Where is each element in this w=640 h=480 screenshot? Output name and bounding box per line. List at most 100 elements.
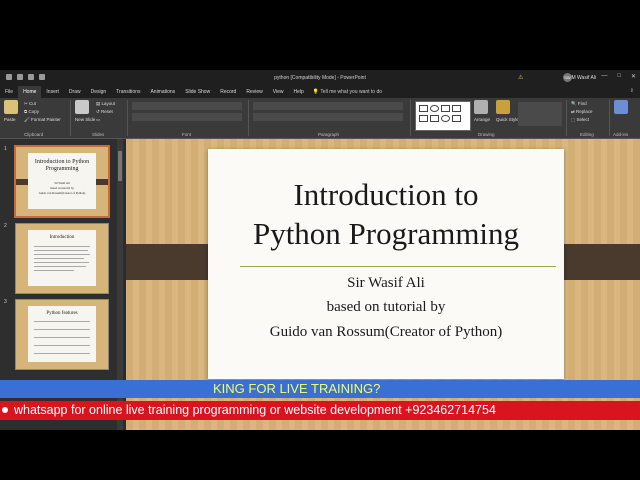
- find-icon: 🔍: [571, 101, 578, 106]
- tab-animations[interactable]: Animations: [145, 86, 180, 98]
- replace-button[interactable]: ⇄ Replace: [571, 108, 593, 116]
- thumb-sub2: based on tutorial by: [50, 186, 74, 190]
- font-group-label: Font: [182, 132, 192, 137]
- addins-icon[interactable]: [614, 100, 628, 114]
- shapes-gallery[interactable]: [415, 101, 471, 131]
- quick-styles-icon[interactable]: [496, 100, 510, 114]
- cut-button[interactable]: ✂ Cut: [24, 100, 61, 108]
- tab-review[interactable]: Review: [241, 86, 267, 98]
- thumb-table-rule: [34, 337, 90, 338]
- thumbnail-number: 3: [4, 299, 7, 305]
- tab-file[interactable]: File: [0, 86, 18, 98]
- paragraph-list-row[interactable]: [253, 102, 403, 110]
- addins-group-label: Add-ins: [613, 132, 629, 137]
- thumb-text-line: [34, 258, 84, 259]
- tab-transitions[interactable]: Transitions: [111, 86, 145, 98]
- slide-based-on[interactable]: based on tutorial by: [208, 299, 564, 316]
- scrollbar-thumb[interactable]: [118, 151, 122, 181]
- tab-insert[interactable]: Insert: [41, 86, 64, 98]
- thumb-sub1: Sir Wasif Ali: [54, 181, 70, 185]
- minimize-icon[interactable]: —: [601, 73, 607, 80]
- tab-help[interactable]: Help: [288, 86, 308, 98]
- maximize-icon[interactable]: □: [617, 73, 621, 80]
- slide-paper: Introduction to Python Programming Sir W…: [208, 149, 564, 379]
- tab-design[interactable]: Design: [86, 86, 112, 98]
- warning-icon[interactable]: ⚠: [518, 74, 523, 81]
- title-bar: python [Compatibility Mode] - PowerPoint…: [0, 70, 640, 86]
- tab-view[interactable]: View: [268, 86, 289, 98]
- layout-button[interactable]: ▤ Layout: [96, 100, 115, 108]
- select-label: Select: [576, 117, 590, 122]
- bullet-icon: [2, 407, 8, 413]
- share-icon[interactable]: ⇪: [630, 88, 634, 94]
- thumb-paper: Python features: [28, 306, 96, 362]
- thumb-table-rule: [34, 321, 90, 322]
- star-shape-icon[interactable]: [452, 115, 461, 122]
- arrange-button[interactable]: Arrange: [474, 116, 490, 124]
- arrow-shape-icon[interactable]: [452, 105, 461, 112]
- format-painter-button[interactable]: 🖌 Format Painter: [24, 116, 61, 124]
- tab-draw[interactable]: Draw: [64, 86, 86, 98]
- find-button[interactable]: 🔍 Find: [571, 100, 593, 108]
- window-controls: — □ ✕: [601, 73, 636, 80]
- textbox-shape-icon[interactable]: [441, 105, 450, 112]
- new-slide-button[interactable]: New Slide: [75, 116, 95, 124]
- section-button[interactable]: ▭: [96, 116, 115, 124]
- cut-label: Cut: [29, 101, 37, 106]
- thumb-title: Introduction: [49, 235, 75, 240]
- font-format-row[interactable]: [132, 113, 242, 121]
- slide-presenter[interactable]: Sir Wasif Ali: [208, 275, 564, 292]
- slide-title-line2: Python Programming: [252, 216, 520, 251]
- avatar[interactable]: SW: [563, 73, 572, 82]
- thumb-text-line: [34, 246, 90, 247]
- slide-thumbnail-1[interactable]: Introduction to Python Programming Sir W…: [14, 145, 110, 218]
- slide-title-line1: Introduction to: [293, 177, 479, 212]
- circle-shape-icon[interactable]: [441, 115, 450, 122]
- group-divider: [609, 100, 610, 136]
- tab-slide-show[interactable]: Slide Show: [180, 86, 215, 98]
- group-divider: [70, 100, 71, 136]
- thumb-paper: Introduction to Python Programming Sir W…: [28, 153, 96, 209]
- reset-label: Reset: [101, 109, 113, 114]
- find-label: Find: [577, 101, 587, 106]
- new-slide-icon[interactable]: [75, 100, 89, 114]
- editing-group-label: Editing: [580, 132, 594, 137]
- arrange-icon[interactable]: [474, 100, 488, 114]
- line-shape-icon[interactable]: [419, 115, 428, 122]
- slide-thumbnail-3[interactable]: Python features: [15, 299, 109, 370]
- thumb-text-line: [34, 266, 86, 267]
- tab-home[interactable]: Home: [18, 86, 42, 98]
- select-button[interactable]: ⬚ Select: [571, 116, 593, 124]
- reset-button[interactable]: ↺ Reset: [96, 108, 115, 116]
- close-icon[interactable]: ✕: [631, 73, 636, 80]
- paste-icon[interactable]: [4, 100, 18, 114]
- thumb-paper: Introduction: [28, 230, 96, 286]
- font-name-box[interactable]: [132, 102, 242, 110]
- tell-me-search[interactable]: 💡 Tell me what you want to do: [313, 86, 382, 98]
- drawing-group-label: Drawing: [478, 132, 495, 137]
- slide-creator[interactable]: Guido van Rossum(Creator of Python): [208, 324, 564, 341]
- copy-button[interactable]: ⧉ Copy: [24, 108, 61, 116]
- oval-shape-icon[interactable]: [430, 105, 439, 112]
- slide-thumbnail-2[interactable]: Introduction: [15, 223, 109, 294]
- overlay-banner-top: KING FOR LIVE TRAINING?: [0, 380, 640, 398]
- clipboard-group: Paste: [4, 100, 18, 124]
- thumb-table-rule: [34, 345, 90, 346]
- tell-me-label: Tell me what you want to do: [320, 89, 383, 95]
- triangle-shape-icon[interactable]: [430, 115, 439, 122]
- powerpoint-window: python [Compatibility Mode] - PowerPoint…: [0, 70, 640, 430]
- ribbon-home: Paste ✂ Cut ⧉ Copy 🖌 Format Painter Clip…: [0, 98, 640, 139]
- layout-label: Layout: [101, 101, 116, 106]
- section-icon: ▭: [96, 117, 101, 122]
- paragraph-align-row[interactable]: [253, 113, 403, 121]
- editing-group: 🔍 Find ⇄ Replace ⬚ Select: [571, 100, 593, 124]
- group-divider: [127, 100, 128, 136]
- tab-record[interactable]: Record: [215, 86, 241, 98]
- slide-title[interactable]: Introduction to Python Programming: [208, 175, 564, 253]
- shape-format-options[interactable]: [518, 102, 562, 126]
- document-title: python [Compatibility Mode] - PowerPoint: [274, 75, 366, 81]
- slides-group: New Slide: [75, 100, 95, 124]
- paste-button[interactable]: Paste: [4, 116, 18, 124]
- rectangle-shape-icon[interactable]: [419, 105, 428, 112]
- slides-group-label: Slides: [92, 132, 105, 137]
